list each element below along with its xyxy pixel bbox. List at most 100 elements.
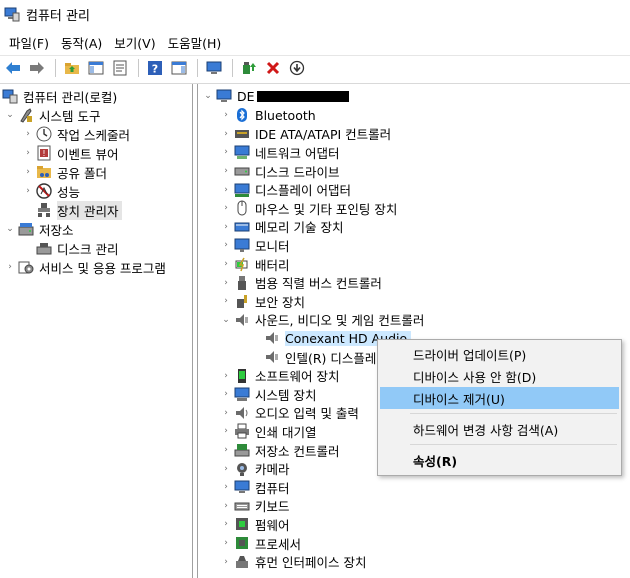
- device-category[interactable]: › 소프트웨어 장치: [220, 366, 339, 385]
- tree-item-performance[interactable]: › 성능: [22, 182, 80, 201]
- device-category[interactable]: › 모니터: [220, 236, 290, 255]
- chevron-right-icon[interactable]: ›: [220, 408, 232, 418]
- device-category[interactable]: › 펌웨어: [220, 515, 289, 534]
- show-hide-tree-button[interactable]: [85, 57, 107, 79]
- toolbar-separator: [55, 58, 56, 77]
- menu-help[interactable]: 도움말(H): [163, 31, 227, 54]
- menu-properties[interactable]: 속성(R): [380, 449, 619, 471]
- tree-item-event-viewer[interactable]: › ! 이벤트 뷰어: [22, 144, 118, 163]
- chevron-right-icon[interactable]: ›: [22, 167, 34, 177]
- network-adapter-icon: [234, 144, 250, 160]
- chevron-right-icon[interactable]: ›: [220, 389, 232, 399]
- chevron-right-icon[interactable]: ›: [4, 262, 16, 272]
- menu-scan-hardware[interactable]: 하드웨어 변경 사항 검색(A): [380, 418, 619, 440]
- tree-item-disk-management[interactable]: 디스크 관리: [22, 239, 118, 258]
- tree-item-system-tools[interactable]: ⌄ 시스템 도구: [4, 106, 100, 125]
- redacted-block: [256, 90, 349, 102]
- chevron-right-icon[interactable]: ›: [220, 538, 232, 548]
- chevron-down-icon[interactable]: ⌄: [4, 110, 16, 120]
- help-button[interactable]: ?: [144, 57, 166, 79]
- device-category[interactable]: › 프로세서: [220, 534, 301, 553]
- device-category[interactable]: › Bluetooth: [220, 106, 316, 125]
- tree-item-computer-management[interactable]: 컴퓨터 관리(로컬): [2, 87, 117, 106]
- menu-disable-device[interactable]: 디바이스 사용 안 함(D): [380, 365, 619, 387]
- device-category-label: 휴먼 인터페이스 장치: [255, 555, 367, 571]
- device-category[interactable]: › 보안 장치: [220, 292, 305, 311]
- device-item[interactable]: 인텔(R) 디스플레: [250, 348, 376, 367]
- up-level-button[interactable]: [61, 57, 83, 79]
- chevron-down-icon[interactable]: ⌄: [4, 224, 16, 234]
- chevron-right-icon[interactable]: ›: [220, 240, 232, 250]
- chevron-right-icon[interactable]: ›: [220, 129, 232, 139]
- device-category-label: 인텔(R) 디스플레: [285, 350, 377, 366]
- device-category[interactable]: › 휴먼 인터페이스 장치: [220, 552, 366, 571]
- device-category[interactable]: › IDE ATA/ATAPI 컨트롤러: [220, 125, 391, 144]
- device-category[interactable]: › 인쇄 대기열: [220, 422, 316, 441]
- monitor-scan-icon: [206, 61, 222, 74]
- device-category[interactable]: › 오디오 입력 및 출력: [220, 404, 359, 423]
- device-category[interactable]: › 메모리 기술 장치: [220, 218, 343, 237]
- chevron-right-icon[interactable]: ›: [220, 557, 232, 567]
- download-button[interactable]: [286, 57, 308, 79]
- chevron-right-icon[interactable]: ›: [220, 222, 232, 232]
- chevron-right-icon[interactable]: ›: [220, 519, 232, 529]
- tree-item-label: 저장소: [39, 222, 74, 238]
- tree-item-task-scheduler[interactable]: › 작업 스케줄러: [22, 125, 130, 144]
- device-category[interactable]: › 마우스 및 기타 포인팅 장치: [220, 199, 397, 218]
- chevron-right-icon[interactable]: ›: [220, 166, 232, 176]
- chevron-right-icon[interactable]: ›: [22, 129, 34, 139]
- device-category[interactable]: › 디스플레이 어댑터: [220, 180, 351, 199]
- menu-uninstall-device[interactable]: 디바이스 제거(U): [380, 387, 619, 409]
- chevron-down-icon[interactable]: ⌄: [202, 91, 214, 101]
- disk-drive-icon: [234, 163, 250, 179]
- console-tree-icon: [88, 61, 104, 74]
- device-category[interactable]: › 배터리: [220, 255, 289, 274]
- tree-item-device-manager[interactable]: 장치 관리자: [22, 200, 123, 220]
- device-category[interactable]: › 키보드: [220, 497, 289, 516]
- device-category-label: Bluetooth: [255, 107, 316, 123]
- chevron-right-icon[interactable]: ›: [220, 185, 232, 195]
- tree-item-storage[interactable]: ⌄ 저장소: [4, 220, 74, 239]
- device-category[interactable]: › 디스크 드라이브: [220, 162, 339, 181]
- properties-button[interactable]: [109, 57, 131, 79]
- device-category[interactable]: › 컴퓨터: [220, 478, 290, 497]
- chevron-right-icon[interactable]: ›: [22, 148, 34, 158]
- chevron-right-icon[interactable]: ›: [220, 464, 232, 474]
- device-category[interactable]: ⌄ 사운드, 비디오 및 게임 컨트롤러: [220, 311, 424, 330]
- chevron-right-icon[interactable]: ›: [220, 278, 232, 288]
- menu-action[interactable]: 동작(A): [56, 31, 107, 54]
- chevron-right-icon[interactable]: ›: [220, 110, 232, 120]
- scan-hardware-button[interactable]: [203, 57, 225, 79]
- chevron-right-icon[interactable]: ›: [220, 147, 232, 157]
- chevron-right-icon[interactable]: ›: [220, 445, 232, 455]
- download-circle-icon: [289, 60, 305, 75]
- tree-item-shared-folders[interactable]: › 공유 폴더: [22, 163, 107, 182]
- update-driver-button[interactable]: [238, 57, 260, 79]
- memory-icon: [234, 219, 250, 235]
- device-category[interactable]: › 시스템 장치: [220, 385, 316, 404]
- back-button[interactable]: [2, 57, 24, 79]
- chevron-right-icon[interactable]: ›: [220, 426, 232, 436]
- chevron-right-icon[interactable]: ›: [220, 501, 232, 511]
- device-category[interactable]: › 네트워크 어댑터: [220, 143, 339, 162]
- device-tree-root[interactable]: ⌄ DE: [202, 87, 349, 106]
- chevron-right-icon[interactable]: ›: [220, 482, 232, 492]
- chevron-right-icon[interactable]: ›: [220, 259, 232, 269]
- chevron-right-icon[interactable]: ›: [220, 371, 232, 381]
- device-category[interactable]: › 범용 직렬 버스 컨트롤러: [220, 273, 382, 292]
- forward-button[interactable]: [26, 57, 48, 79]
- uninstall-device-button[interactable]: [262, 57, 284, 79]
- menu-file[interactable]: 파일(F): [4, 31, 54, 54]
- show-action-pane-button[interactable]: [168, 57, 190, 79]
- device-tree: ⌄ DE › Bluetooth › IDE ATA/ATAPI 컨트롤러 › 네트워크 …: [197, 84, 630, 578]
- device-category[interactable]: › 저장소 컨트롤러: [220, 441, 339, 460]
- chevron-down-icon[interactable]: ⌄: [220, 315, 232, 325]
- menu-view[interactable]: 보기(V): [109, 31, 160, 54]
- chevron-right-icon[interactable]: ›: [220, 296, 232, 306]
- menu-update-driver[interactable]: 드라이버 업데이트(P): [380, 343, 619, 365]
- tree-item-services-applications[interactable]: › 서비스 및 응용 프로그램: [4, 258, 166, 277]
- toolbar-separator: [197, 58, 198, 77]
- chevron-right-icon[interactable]: ›: [22, 186, 34, 196]
- chevron-right-icon[interactable]: ›: [220, 203, 232, 213]
- device-category[interactable]: › 카메라: [220, 459, 289, 478]
